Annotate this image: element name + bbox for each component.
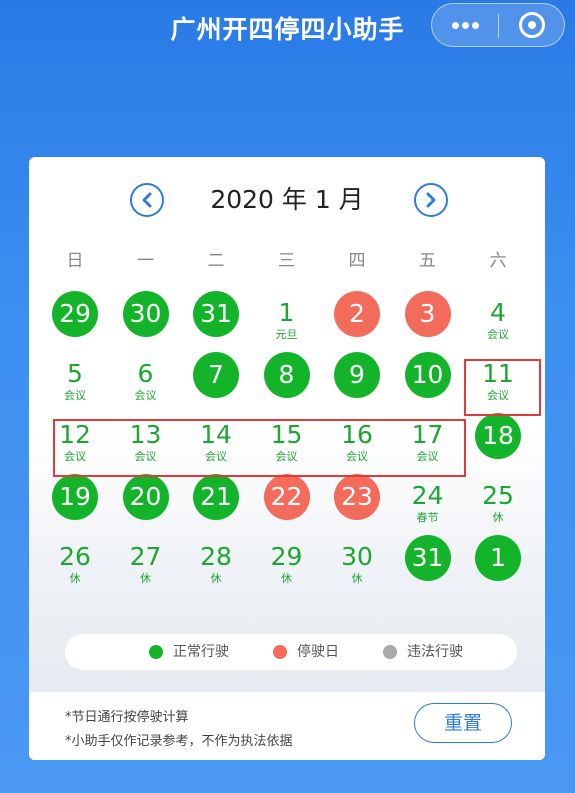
day-note: 休 — [281, 572, 292, 585]
day-cell[interactable]: 29 休 — [252, 532, 322, 592]
day-cell[interactable]: 26 休 — [40, 532, 110, 592]
day-number: 9 — [349, 360, 365, 389]
day-number: 31 — [200, 299, 232, 328]
day-cell[interactable]: 2 — [322, 288, 392, 348]
day-number: 7 — [208, 360, 224, 389]
day-number: 31 — [411, 543, 444, 572]
day-cell[interactable]: 3 — [393, 288, 463, 348]
legend-label-normal: 正常行驶 — [173, 644, 229, 660]
day-cell[interactable]: 21 — [181, 471, 251, 531]
day-number: 25 — [482, 481, 514, 510]
weekday-label: 二 — [207, 251, 225, 271]
day-cell[interactable]: 5 会议 — [40, 349, 110, 409]
day-cell[interactable]: 28 休 — [181, 532, 251, 592]
legend-dot-normal — [149, 645, 163, 659]
more-icon-dot — [462, 22, 469, 29]
day-number: 21 — [200, 482, 232, 511]
day-number: 23 — [341, 482, 373, 511]
day-note: 元旦 — [275, 328, 298, 341]
day-number: 22 — [270, 482, 303, 511]
day-cell[interactable]: 23 — [322, 471, 392, 531]
day-number: 3 — [419, 299, 436, 328]
legend-label-stop: 停驶日 — [297, 644, 339, 660]
day-number: 24 — [411, 481, 444, 510]
day-cell[interactable]: 8 — [252, 349, 322, 409]
day-cell[interactable]: 9 — [322, 349, 392, 409]
day-note: 休 — [210, 572, 222, 585]
day-number: 30 — [341, 542, 373, 571]
weekday-label: 六 — [489, 251, 507, 271]
legend-dot-stop — [273, 645, 287, 659]
footer: *节日通行按停驶计算 *小助手仅作记录参考，不作为执法依据 重置 — [29, 691, 545, 760]
day-cell[interactable]: 10 — [393, 349, 463, 409]
day-cell[interactable]: 27 休 — [111, 532, 181, 592]
day-note: 会议 — [487, 328, 509, 341]
day-note: 休 — [351, 572, 363, 585]
day-cell[interactable]: 19 — [40, 471, 110, 531]
close-button[interactable] — [499, 4, 565, 46]
day-cell[interactable]: 1 — [463, 532, 533, 592]
day-note: 休 — [492, 511, 504, 524]
day-cell[interactable]: 30 休 — [322, 532, 392, 592]
day-number: 8 — [278, 360, 295, 389]
more-icon-dot — [472, 22, 479, 29]
weekday-label: 四 — [348, 251, 366, 271]
next-month-button[interactable] — [414, 183, 448, 217]
day-number: 18 — [482, 421, 514, 450]
day-cell[interactable]: 24 春节 — [393, 471, 463, 531]
day-cell[interactable]: 1 元旦 — [252, 288, 322, 348]
calendar-card: 2020 年 1 月 日一二三四五六 29 30 31 1 元旦 2 3 4 会议 5 会议 6 会议 7… — [29, 157, 545, 760]
more-icon — [452, 22, 459, 29]
day-cell[interactable]: 18 — [463, 410, 533, 470]
day-cell[interactable]: 25 休 — [463, 471, 533, 531]
day-cell[interactable]: 6 会议 — [111, 349, 181, 409]
day-note: 春节 — [416, 511, 439, 524]
day-number: 2 — [349, 299, 365, 328]
weekday-label: 日 — [66, 251, 84, 271]
chevron-right-icon — [426, 192, 436, 208]
weekday-label: 一 — [137, 251, 154, 271]
day-cell[interactable]: 31 — [393, 532, 463, 592]
day-note: 会议 — [134, 389, 157, 402]
day-cell[interactable]: 30 — [111, 288, 181, 348]
day-cell[interactable]: 22 — [252, 471, 322, 531]
day-cell[interactable]: 20 — [111, 471, 181, 531]
day-cell[interactable]: 7 — [181, 349, 251, 409]
more-button[interactable] — [432, 4, 498, 46]
legend: 正常行驶 停驶日 违法行驶 — [65, 634, 517, 670]
highlight-box-12-17 — [53, 419, 466, 477]
day-number: 20 — [129, 482, 162, 511]
top-bar: 广州开四停四小助手 — [0, 0, 575, 60]
weekday-label: 五 — [419, 251, 436, 271]
day-number: 29 — [270, 542, 303, 571]
day-number: 29 — [59, 299, 91, 328]
day-number: 26 — [59, 542, 91, 571]
day-number: 4 — [490, 298, 506, 327]
note-holiday: *节日通行按停驶计算 — [65, 710, 189, 725]
day-note: 休 — [140, 572, 151, 585]
day-note: 会议 — [64, 389, 86, 402]
day-number: 1 — [490, 543, 506, 572]
day-number: 1 — [278, 298, 295, 327]
legend-label-illegal: 违法行驶 — [407, 644, 463, 660]
day-note: 休 — [69, 572, 81, 585]
miniprogram-capsule — [431, 3, 565, 47]
reset-button[interactable]: 重置 — [414, 703, 512, 743]
legend-dot-illegal — [383, 645, 397, 659]
day-number: 28 — [200, 542, 232, 571]
day-number: 27 — [129, 542, 162, 571]
note-disclaimer: *小助手仅作记录参考，不作为执法依据 — [65, 734, 293, 749]
weekday-label: 三 — [278, 251, 295, 271]
day-number: 6 — [137, 359, 154, 388]
day-number: 5 — [67, 359, 83, 388]
month-title: 2020 年 1 月 — [210, 185, 364, 214]
day-number: 19 — [59, 482, 91, 511]
day-number: 10 — [411, 360, 444, 389]
day-cell[interactable]: 4 会议 — [463, 288, 533, 348]
day-cell[interactable]: 29 — [40, 288, 110, 348]
day-cell[interactable]: 31 — [181, 288, 251, 348]
highlight-box-11 — [464, 359, 541, 416]
day-number: 30 — [129, 299, 162, 328]
close-target-icon-dot — [528, 21, 536, 29]
